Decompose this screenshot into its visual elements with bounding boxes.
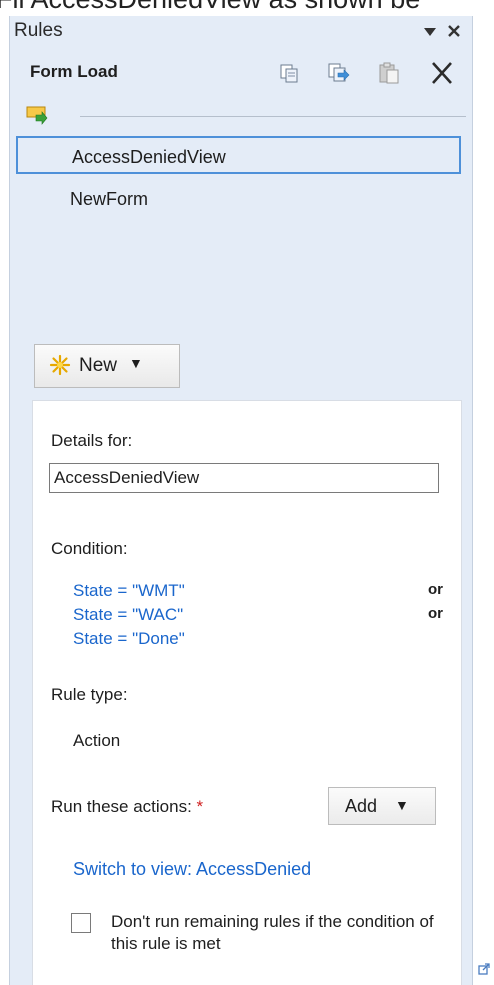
rules-header: Form Load bbox=[10, 52, 472, 92]
close-icon[interactable] bbox=[444, 20, 464, 42]
header-title: Form Load bbox=[30, 62, 118, 81]
pane-titlebar: Rules bbox=[10, 16, 472, 48]
list-item-label: NewForm bbox=[70, 189, 149, 209]
run-actions-text: Run these actions: bbox=[51, 797, 192, 816]
pane-title: Rules bbox=[14, 20, 63, 41]
condition-link[interactable]: State = "Done" bbox=[73, 629, 185, 648]
condition-row: State = "WMT" or bbox=[73, 581, 443, 603]
run-actions-label: Run these actions: * bbox=[51, 797, 203, 817]
dropdown-triangle-icon[interactable] bbox=[420, 20, 440, 42]
condition-conjunction: or bbox=[428, 581, 443, 598]
condition-conjunction: or bbox=[428, 605, 443, 622]
form-load-rule-icon bbox=[26, 105, 50, 127]
checkbox-label: Don't run remaining rules if the conditi… bbox=[111, 912, 434, 953]
condition-row: State = "WAC" or bbox=[73, 605, 443, 627]
rule-group-divider bbox=[80, 116, 466, 117]
sparkle-icon bbox=[49, 354, 71, 376]
paste-icon[interactable] bbox=[376, 60, 404, 86]
delete-icon[interactable] bbox=[428, 60, 456, 86]
copy-rule-icon[interactable] bbox=[324, 60, 352, 86]
rule-details-panel: Details for: Condition: State = "WMT" or… bbox=[32, 400, 462, 985]
chevron-down-icon: ▼ bbox=[129, 355, 143, 371]
rules-pane: Rules Form Load AccessDeniedView NewForm… bbox=[9, 16, 473, 985]
add-action-button[interactable]: Add ▼ bbox=[328, 787, 436, 825]
list-item[interactable]: AccessDeniedView bbox=[16, 136, 461, 174]
rule-type-label: Rule type: bbox=[51, 685, 128, 704]
add-button-label: Add bbox=[345, 796, 378, 816]
condition-link[interactable]: State = "WAC" bbox=[73, 605, 183, 624]
condition-row: State = "Done" bbox=[73, 629, 443, 651]
new-button-label: New bbox=[79, 355, 118, 376]
page-caption-text: Fil AccessDeniedView as shown be bbox=[0, 0, 420, 15]
list-item[interactable]: NewForm bbox=[16, 180, 461, 218]
list-item-label: AccessDeniedView bbox=[72, 147, 226, 167]
action-link[interactable]: Switch to view: AccessDenied bbox=[73, 859, 311, 880]
rule-type-value: Action bbox=[73, 731, 121, 750]
chevron-down-icon: ▼ bbox=[395, 797, 409, 813]
new-rule-button[interactable]: New ▼ bbox=[34, 344, 180, 388]
dont-run-remaining-checkbox[interactable] bbox=[71, 913, 91, 933]
resize-corner-icon[interactable] bbox=[478, 962, 490, 975]
condition-label: Condition: bbox=[51, 539, 128, 558]
details-for-label: Details for: bbox=[51, 431, 133, 450]
copy-icon[interactable] bbox=[276, 60, 304, 86]
rule-name-input[interactable] bbox=[49, 463, 439, 493]
condition-link[interactable]: State = "WMT" bbox=[73, 581, 185, 600]
required-mark: * bbox=[196, 797, 204, 816]
